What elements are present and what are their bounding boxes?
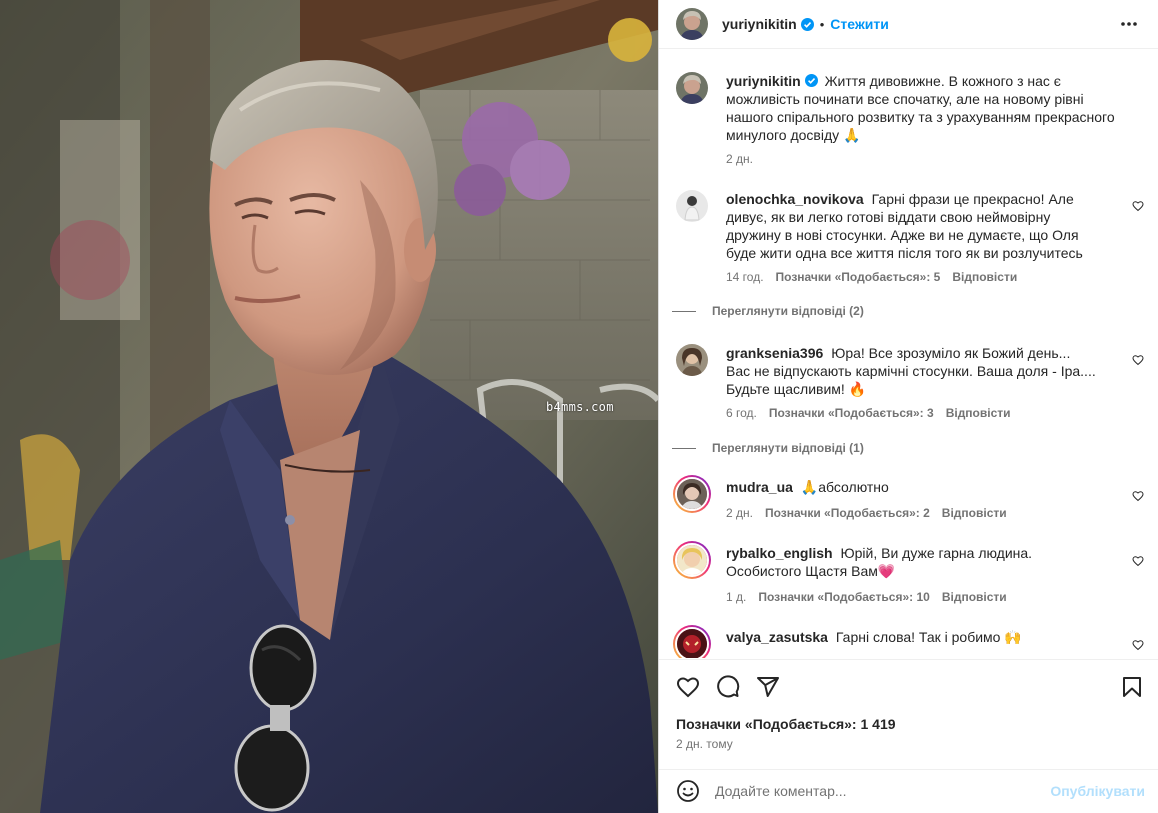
comment-item: valya_zasutska Гарні слова! Так і робимо…: [673, 625, 1144, 658]
caption-meta: 2 дн.: [726, 152, 753, 166]
view-replies-button[interactable]: Переглянути відповіді (1): [672, 441, 864, 455]
comment-icon[interactable]: [716, 675, 740, 699]
emoji-icon[interactable]: [676, 779, 700, 803]
comment-username[interactable]: granksenia396: [726, 345, 823, 361]
post-actions: Позначки «Подобається»: 1 419 2 дн. тому: [659, 659, 1158, 770]
reply-button[interactable]: Відповісти: [946, 406, 1011, 420]
comment-avatar[interactable]: [676, 190, 708, 222]
comment-meta: 1 д. Позначки «Подобається»: 10 Відповіс…: [726, 590, 1007, 604]
story-ring-avatar[interactable]: [673, 475, 711, 513]
post-side-panel: yuriynikitin • Стежити yuriynikitin Житт…: [658, 0, 1158, 813]
comment-username[interactable]: rybalko_english: [726, 545, 833, 561]
caption-time: 2 дн.: [726, 152, 753, 166]
view-replies-label: Переглянути відповіді (1): [712, 441, 864, 455]
comment-meta: 6 год. Позначки «Подобається»: 3 Відпові…: [726, 406, 1011, 420]
comments-list[interactable]: yuriynikitin Життя дивовижне. В кожного …: [659, 56, 1158, 658]
comment-like-heart-icon[interactable]: [1132, 490, 1144, 502]
verified-badge-icon: [800, 17, 814, 31]
heart-icon[interactable]: [676, 675, 700, 699]
comment-username[interactable]: olenochka_novikova: [726, 191, 864, 207]
reply-button[interactable]: Відповісти: [952, 270, 1017, 284]
comment-likes-button[interactable]: Позначки «Подобається»: 2: [765, 506, 930, 520]
caption-avatar[interactable]: [676, 72, 708, 104]
comment-item: granksenia396 Юра! Все зрозуміло як Божи…: [672, 344, 1144, 456]
comment-username[interactable]: valya_zasutska: [726, 629, 828, 645]
comment-username[interactable]: mudra_ua: [726, 479, 793, 495]
comment-body: granksenia396 Юра! Все зрозуміло як Божи…: [726, 344, 1096, 398]
comment-meta: 14 год. Позначки «Подобається»: 5 Відпов…: [726, 270, 1017, 284]
post-comment-button[interactable]: Опублікувати: [1050, 783, 1145, 799]
comment-likes-button[interactable]: Позначки «Подобається»: 10: [758, 590, 929, 604]
reply-button[interactable]: Відповісти: [942, 506, 1007, 520]
reply-button[interactable]: Відповісти: [942, 590, 1007, 604]
story-ring-avatar[interactable]: [673, 541, 711, 579]
caption: yuriynikitin Життя дивовижне. В кожного …: [676, 72, 1144, 172]
author-username[interactable]: yuriynikitin: [722, 16, 797, 32]
comment-like-heart-icon[interactable]: [1132, 354, 1144, 366]
comment-time: 1 д.: [726, 590, 747, 604]
post-photo[interactable]: b4mms.com: [0, 0, 658, 813]
comment-body: olenochka_novikova Гарні фрази це прекра…: [726, 190, 1096, 262]
comment-body: mudra_ua 🙏абсолютно: [726, 478, 1096, 496]
comment-body: valya_zasutska Гарні слова! Так і робимо…: [726, 628, 1096, 646]
comment-time: 14 год.: [726, 270, 764, 284]
replies-line: [672, 447, 696, 449]
comment-text: Гарні слова! Так і робимо 🙌: [835, 629, 1022, 645]
comment-time: 6 год.: [726, 406, 757, 420]
comment-like-heart-icon[interactable]: [1132, 200, 1144, 212]
watermark-text: b4mms.com: [546, 400, 614, 414]
post-modal: b4mms.com yuriynikitin • Стежити yuriyni…: [0, 0, 1158, 813]
comment-item: rybalko_english Юрій, Ви дуже гарна люди…: [673, 541, 1144, 610]
comment-meta: 2 дн. Позначки «Подобається»: 2 Відповіс…: [726, 506, 1007, 520]
post-date: 2 дн. тому: [676, 737, 733, 751]
story-ring-avatar[interactable]: [673, 625, 711, 658]
view-replies-button[interactable]: Переглянути відповіді (2): [672, 304, 864, 318]
comment-time: 2 дн.: [726, 506, 753, 520]
separator-dot: •: [819, 16, 825, 32]
comment-avatar[interactable]: [676, 344, 708, 376]
caption-body: yuriynikitin Життя дивовижне. В кожного …: [726, 72, 1126, 144]
author-avatar[interactable]: [676, 8, 708, 40]
post-header: yuriynikitin • Стежити: [659, 0, 1158, 49]
more-options-icon[interactable]: [1119, 14, 1139, 34]
view-replies-label: Переглянути відповіді (2): [712, 304, 864, 318]
comment-likes-button[interactable]: Позначки «Подобається»: 5: [776, 270, 941, 284]
comment-item: mudra_ua 🙏абсолютно 2 дн. Позначки «Подо…: [673, 475, 1144, 528]
comment-like-heart-icon[interactable]: [1132, 555, 1144, 567]
comment-body: rybalko_english Юрій, Ви дуже гарна люди…: [726, 544, 1096, 580]
share-icon[interactable]: [756, 675, 780, 699]
caption-username[interactable]: yuriynikitin: [726, 73, 801, 89]
likes-count[interactable]: Позначки «Подобається»: 1 419: [676, 716, 896, 732]
comment-text: 🙏абсолютно: [800, 479, 889, 495]
comment-like-heart-icon[interactable]: [1132, 639, 1144, 651]
replies-line: [672, 310, 696, 312]
follow-button[interactable]: Стежити: [830, 16, 889, 32]
comment-input[interactable]: [715, 780, 1045, 802]
bookmark-icon[interactable]: [1120, 675, 1144, 699]
comment-composer: Опублікувати: [659, 769, 1158, 813]
verified-badge-icon: [804, 74, 818, 87]
comment-likes-button[interactable]: Позначки «Подобається»: 3: [769, 406, 934, 420]
comment-item: olenochka_novikova Гарні фрази це прекра…: [672, 190, 1144, 330]
